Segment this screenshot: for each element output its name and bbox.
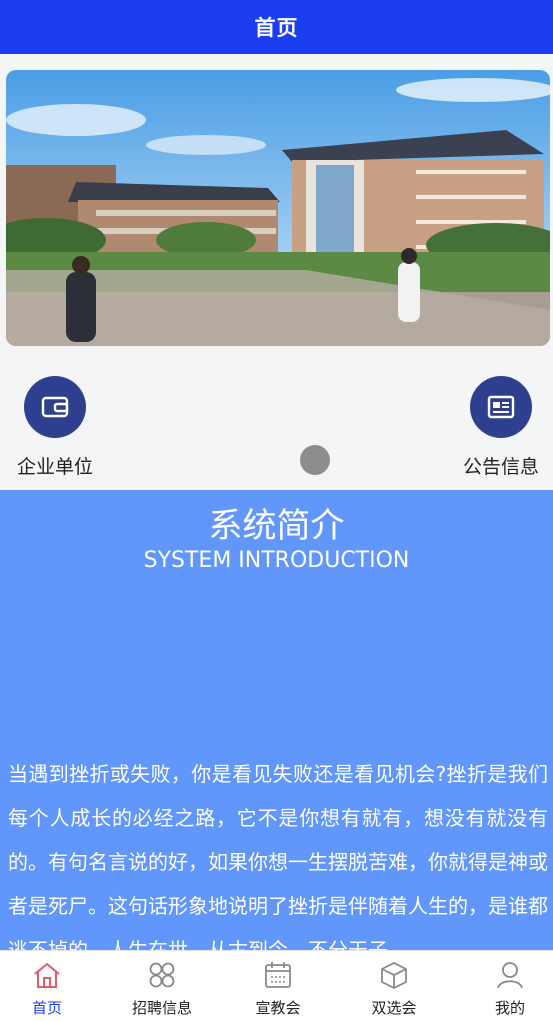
- tab-job-fair[interactable]: 双选会: [339, 959, 449, 1018]
- quick-link-label: 公告信息: [462, 456, 539, 478]
- campus-photo: [6, 70, 550, 346]
- bottom-tabbar: 首页 招聘信息 宣教会 双选会 我的: [0, 950, 553, 1022]
- wallet-icon: [24, 376, 86, 438]
- tab-jobs[interactable]: 招聘信息: [107, 959, 217, 1018]
- tab-label: 我的: [494, 999, 525, 1017]
- intro-title: 系统简介: [208, 506, 345, 546]
- quick-links: 企业单位 公告信息: [0, 360, 553, 490]
- tab-home[interactable]: 首页: [0, 959, 102, 1018]
- page-title: 首页: [254, 16, 299, 40]
- quick-link-notice[interactable]: 公告信息: [446, 376, 553, 479]
- intro-section: 系统简介 SYSTEM INTRODUCTION 当遇到挫折或失败，你是看见失败…: [0, 490, 553, 950]
- intro-body: 当遇到挫折或失败，你是看见失败还是看见机会?挫折是我们每个人成长的必经之路，它不…: [8, 762, 548, 950]
- tab-label: 招聘信息: [131, 999, 192, 1017]
- home-icon: [0, 959, 102, 991]
- box-icon: [339, 959, 449, 991]
- calendar-icon: [223, 959, 333, 991]
- user-icon: [455, 959, 553, 991]
- tab-label: 双选会: [371, 999, 417, 1017]
- carousel-indicator-dot[interactable]: [300, 445, 330, 475]
- page-header: 首页: [0, 0, 553, 54]
- tab-label: 首页: [31, 999, 62, 1017]
- tab-label: 宣教会: [255, 999, 301, 1017]
- tab-seminar[interactable]: 宣教会: [223, 959, 333, 1018]
- quick-link-company[interactable]: 企业单位: [0, 376, 110, 479]
- tab-mine[interactable]: 我的: [455, 959, 553, 1018]
- grid-icon: [107, 959, 217, 991]
- intro-subtitle: SYSTEM INTRODUCTION: [143, 548, 410, 573]
- notice-card-icon: [470, 376, 532, 438]
- banner-image[interactable]: [6, 70, 550, 346]
- quick-link-label: 企业单位: [16, 456, 93, 478]
